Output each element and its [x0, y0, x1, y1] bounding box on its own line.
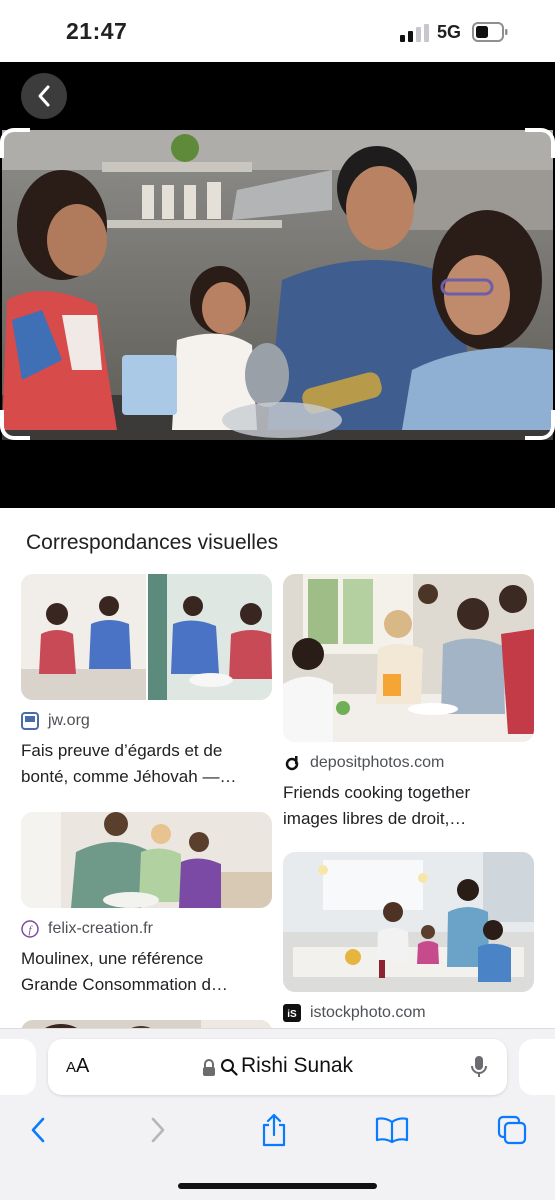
network-type: 5G: [437, 22, 462, 42]
text-size-button[interactable]: AA: [66, 1055, 89, 1078]
share-icon: [262, 1113, 286, 1147]
chevron-left-icon: [31, 1117, 45, 1143]
browser-chrome: AA Rishi Sunak: [0, 1028, 555, 1200]
share-button[interactable]: [256, 1113, 292, 1147]
crop-handle-top-left[interactable]: [0, 128, 30, 158]
clock: 21:47: [66, 18, 128, 44]
cellular-signal-icon: [400, 24, 429, 42]
jw-icon: [21, 712, 39, 730]
result-title-text: Moulinex, une référence Grande Consommat…: [21, 949, 228, 994]
book-icon: [375, 1117, 409, 1144]
result-source[interactable]: f felix-creation.fr: [21, 918, 272, 940]
result-thumbnail[interactable]: [21, 574, 272, 700]
crop-handle-bottom-right[interactable]: [525, 410, 555, 440]
results-column-left: jw.org Fais preuve d’égards et de bonté,…: [21, 574, 272, 1038]
result-title[interactable]: Moulinex, une référence Grande Consommat…: [21, 946, 261, 998]
result-card[interactable]: depositphotos.com Friends cooking togeth…: [283, 574, 534, 832]
crop-handle-bottom-left[interactable]: [0, 410, 30, 440]
bookmarks-button[interactable]: [374, 1113, 410, 1147]
next-tab-preview[interactable]: [519, 1039, 555, 1095]
query-photo[interactable]: [2, 130, 553, 440]
results-column-right: depositphotos.com Friends cooking togeth…: [283, 574, 534, 1038]
result-source[interactable]: iS istockphoto.com: [283, 1002, 534, 1024]
visual-matches-panel: Correspondances visuelles jw.org Fais pr…: [0, 508, 555, 1038]
search-query[interactable]: Rishi Sunak: [241, 1054, 353, 1078]
chevron-left-icon: [38, 85, 50, 107]
back-button[interactable]: [20, 1113, 56, 1147]
source-domain: felix-creation.fr: [48, 920, 153, 937]
result-card[interactable]: jw.org Fais preuve d’égards et de bonté,…: [21, 574, 272, 790]
result-card[interactable]: f felix-creation.fr Moulinex, une référe…: [21, 812, 272, 998]
istock-icon: iS: [283, 1004, 301, 1022]
address-bar[interactable]: AA Rishi Sunak: [48, 1039, 507, 1095]
result-source[interactable]: depositphotos.com: [283, 752, 534, 774]
image-viewer: [0, 62, 555, 508]
source-domain: istockphoto.com: [310, 1004, 426, 1021]
felix-icon: f: [21, 920, 39, 938]
previous-tab-preview[interactable]: [0, 1039, 36, 1095]
back-button[interactable]: [21, 73, 67, 119]
result-thumbnail[interactable]: [283, 574, 534, 742]
result-card[interactable]: iS istockphoto.com: [283, 852, 534, 1024]
crop-handle-top-right[interactable]: [525, 128, 555, 158]
forward-button[interactable]: [140, 1113, 176, 1147]
result-thumbnail[interactable]: [283, 852, 534, 992]
tabs-icon: [497, 1115, 527, 1145]
battery-icon: [472, 22, 508, 42]
source-domain: jw.org: [48, 712, 90, 729]
source-domain: depositphotos.com: [310, 754, 445, 771]
result-title[interactable]: Fais preuve d’égards et de bonté, comme …: [21, 738, 261, 790]
tabs-button[interactable]: [494, 1113, 530, 1147]
depositphotos-icon: [283, 754, 301, 772]
result-thumbnail[interactable]: [21, 812, 272, 908]
lock-icon: [203, 1059, 215, 1076]
result-title-text: Fais preuve d’égards et de bonté, comme …: [21, 741, 237, 786]
svg-text:iS: iS: [287, 1009, 297, 1020]
result-source[interactable]: jw.org: [21, 710, 272, 732]
status-bar: 21:47 5G: [0, 0, 555, 62]
search-icon: [221, 1059, 238, 1076]
result-title-text: Friends cooking together images libres d…: [283, 783, 471, 828]
chevron-right-icon: [151, 1117, 165, 1143]
section-title: Correspondances visuelles: [26, 531, 279, 554]
home-indicator: [178, 1183, 377, 1189]
microphone-icon[interactable]: [470, 1055, 488, 1079]
result-title[interactable]: Friends cooking together images libres d…: [283, 780, 523, 832]
text-size-small-glyph: A: [66, 1059, 77, 1076]
text-size-large-glyph: A: [76, 1055, 90, 1077]
